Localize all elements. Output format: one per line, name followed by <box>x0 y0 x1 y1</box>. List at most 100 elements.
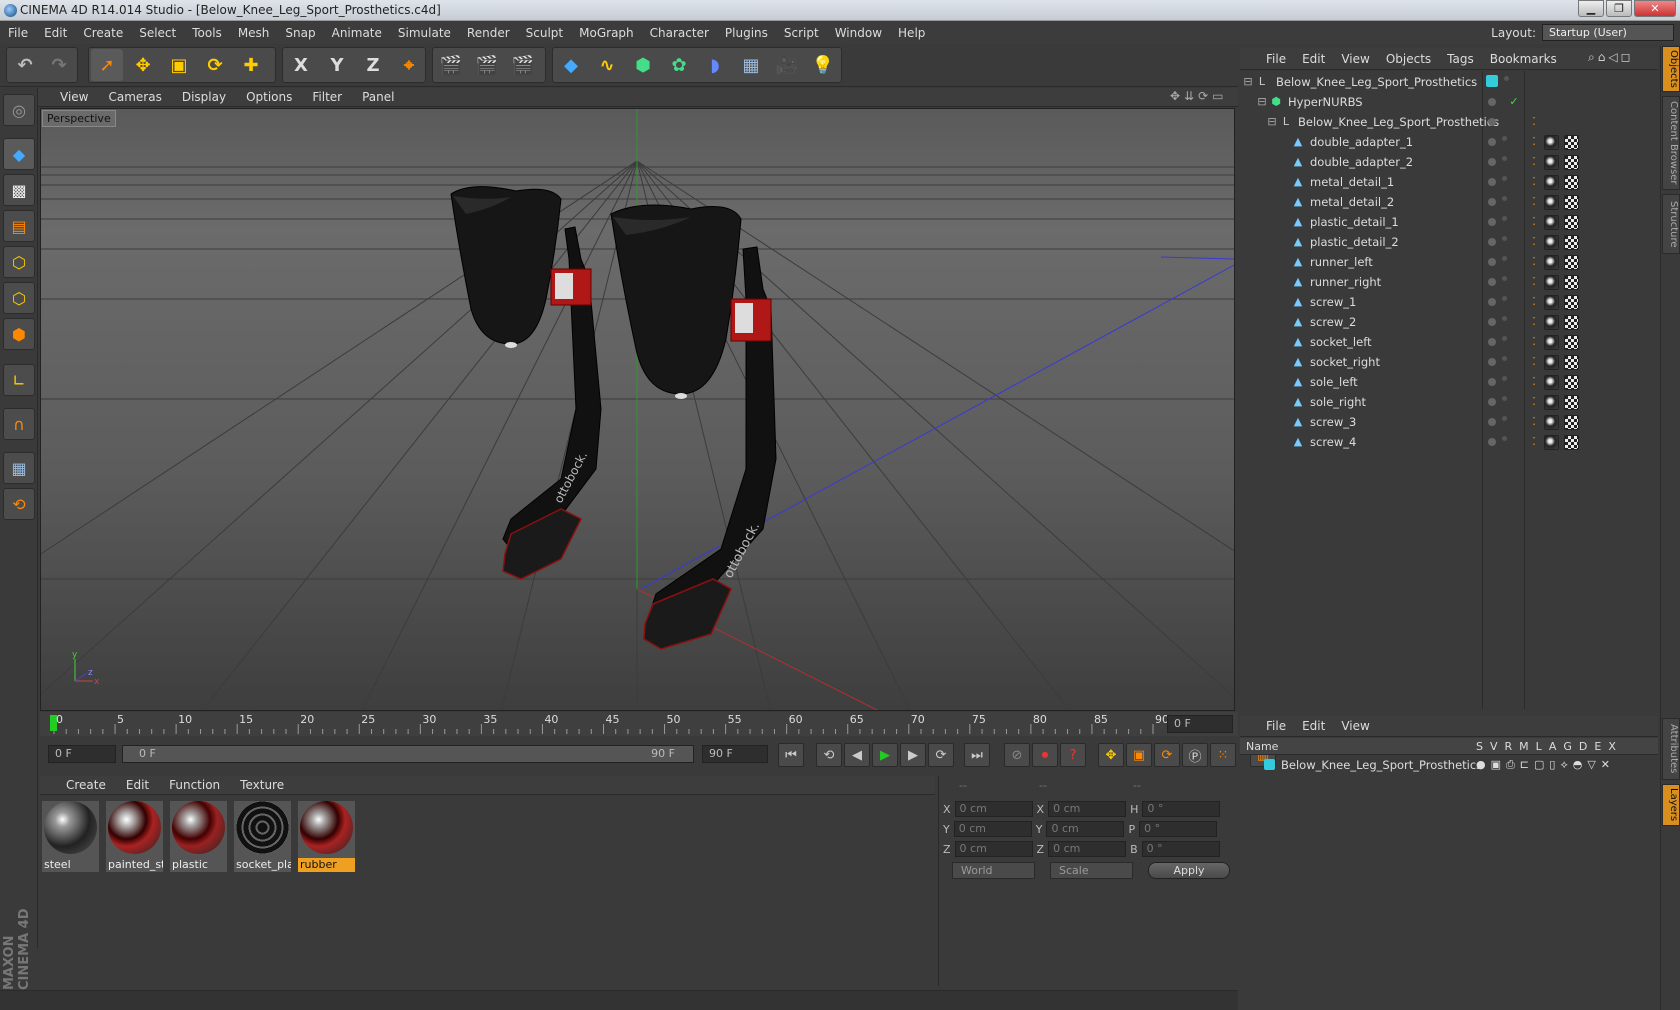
key-pla-icon[interactable]: ⁙ <box>1210 743 1236 767</box>
material-tag-icon[interactable] <box>1544 435 1559 450</box>
live-selection-icon[interactable]: ➚ <box>91 49 123 81</box>
rotation-b-field[interactable]: 0 ° <box>1141 841 1220 857</box>
minimize-button[interactable]: ▁ <box>1578 0 1604 17</box>
points-mode-icon[interactable]: ⬡ <box>3 246 35 278</box>
move-icon[interactable]: ✥ <box>127 49 159 81</box>
uvw-tag-icon[interactable] <box>1564 295 1579 310</box>
tree-item-sole-right[interactable]: ▲ sole_right ⁚ <box>1240 392 1658 412</box>
uvw-tag-icon[interactable] <box>1564 315 1579 330</box>
x-axis-icon[interactable]: X <box>285 49 317 81</box>
menu-mesh[interactable]: Mesh <box>238 26 270 40</box>
key-parameter-icon[interactable]: Ⓟ <box>1182 743 1208 767</box>
redo-icon[interactable]: ↷ <box>43 49 75 81</box>
tree-item-socket-left[interactable]: ▲ socket_left ⁚ <box>1240 332 1658 352</box>
menu-window[interactable]: Window <box>835 26 882 40</box>
menu-create[interactable]: Create <box>83 26 123 40</box>
position-x-field[interactable]: 0 cm <box>954 801 1033 817</box>
material-painted-steel[interactable]: painted_st <box>106 799 163 872</box>
uvw-tag-icon[interactable] <box>1564 175 1579 190</box>
menu-help[interactable]: Help <box>898 26 925 40</box>
layer-menu-view[interactable]: View <box>1341 719 1369 733</box>
phong-tag-icon[interactable]: ⁚ <box>1528 256 1540 268</box>
uvw-tag-icon[interactable] <box>1564 375 1579 390</box>
spline-icon[interactable]: ∿ <box>591 49 623 81</box>
material-tag-icon[interactable] <box>1544 315 1559 330</box>
menu-script[interactable]: Script <box>784 26 819 40</box>
phong-tag-icon[interactable]: ⁚ <box>1528 216 1540 228</box>
uvw-tag-icon[interactable] <box>1564 355 1579 370</box>
phong-tag-icon[interactable]: ⁚ <box>1528 416 1540 428</box>
viewport-menu-view[interactable]: View <box>60 90 88 104</box>
position-z-field[interactable]: 0 cm <box>954 841 1033 857</box>
previous-frame-icon[interactable]: ◀ <box>844 743 870 767</box>
workplane-lock-icon[interactable]: ▦ <box>3 452 35 484</box>
camera-icon[interactable]: 🎥 <box>771 49 803 81</box>
restore-button[interactable]: ❐ <box>1606 0 1632 17</box>
viewport-menu-panel[interactable]: Panel <box>362 90 394 104</box>
floor-icon[interactable]: ▦ <box>735 49 767 81</box>
collapse-icon[interactable]: ⊟ <box>1256 96 1268 108</box>
rotation-h-field[interactable]: 0 ° <box>1142 801 1221 817</box>
object-menu-edit[interactable]: Edit <box>1302 52 1325 66</box>
light-icon[interactable]: 💡 <box>807 49 839 81</box>
play-icon[interactable]: ▶ <box>872 743 898 767</box>
phong-tag-icon[interactable]: ⁚ <box>1528 156 1540 168</box>
material-tag-icon[interactable] <box>1544 395 1559 410</box>
coordinate-system-icon[interactable]: ⌖ <box>393 49 425 81</box>
material-tag-icon[interactable] <box>1544 335 1559 350</box>
model-mode-icon[interactable]: ◆ <box>3 138 35 170</box>
timeline-ruler[interactable]: 0 5 10 15 20 25 30 35 40 45 50 55 60 65 70 75 80 85 90 0 F <box>40 712 1238 736</box>
3d-viewport[interactable]: ottobock. ottobock. y x z <box>40 108 1235 711</box>
layer-toggle-icons[interactable]: ●▣⎙⊏▢▯⟡◓▽✕ <box>1476 756 1615 774</box>
viewport-menu-options[interactable]: Options <box>246 90 292 104</box>
key-scale-icon[interactable]: ▣ <box>1126 743 1152 767</box>
tab-layers[interactable]: Layers <box>1662 784 1680 826</box>
cube-icon[interactable]: ◆ <box>555 49 587 81</box>
nurbs-icon[interactable]: ⬢ <box>627 49 659 81</box>
apply-button[interactable]: Apply <box>1148 862 1230 879</box>
uvw-tag-icon[interactable] <box>1564 435 1579 450</box>
collapse-icon[interactable]: ⊟ <box>1266 116 1278 128</box>
object-menu-bookmarks[interactable]: Bookmarks <box>1490 52 1557 66</box>
material-menu-function[interactable]: Function <box>169 778 220 792</box>
autokey-icon[interactable]: ? <box>1060 743 1086 767</box>
menu-snap[interactable]: Snap <box>285 26 315 40</box>
collapse-icon[interactable]: ⊟ <box>1242 76 1254 88</box>
render-picture-viewer-icon[interactable]: 🎬 <box>471 49 503 81</box>
menu-animate[interactable]: Animate <box>332 26 382 40</box>
tab-objects[interactable]: Objects <box>1662 46 1680 92</box>
viewport-menu-display[interactable]: Display <box>182 90 226 104</box>
enabled-check-icon[interactable]: ✓ <box>1508 96 1520 108</box>
tab-content-browser[interactable]: Content Browser <box>1662 96 1680 190</box>
size-z-field[interactable]: 0 cm <box>1048 841 1127 857</box>
uvw-tag-icon[interactable] <box>1564 155 1579 170</box>
phong-tag-icon[interactable]: ⁚ <box>1528 116 1540 128</box>
render-settings-icon[interactable]: 🎬 <box>507 49 539 81</box>
y-axis-icon[interactable]: Y <box>321 49 353 81</box>
object-menu-view[interactable]: View <box>1341 52 1369 66</box>
object-menu-file[interactable]: File <box>1266 52 1286 66</box>
viewport-menu-cameras[interactable]: Cameras <box>108 90 161 104</box>
phong-tag-icon[interactable]: ⁚ <box>1528 336 1540 348</box>
tree-item-screw-2[interactable]: ▲ screw_2 ⁚ <box>1240 312 1658 332</box>
phong-tag-icon[interactable]: ⁚ <box>1528 196 1540 208</box>
uvw-tag-icon[interactable] <box>1564 195 1579 210</box>
material-rubber[interactable]: rubber <box>298 799 355 872</box>
scale-icon[interactable]: ▣ <box>163 49 195 81</box>
key-position-icon[interactable]: ✥ <box>1098 743 1124 767</box>
rotation-p-field[interactable]: 0 ° <box>1139 821 1218 837</box>
z-axis-icon[interactable]: Z <box>357 49 389 81</box>
menu-sculpt[interactable]: Sculpt <box>526 26 563 40</box>
close-button[interactable]: ✕ <box>1634 0 1676 17</box>
tree-item-root[interactable]: ⊟ L Below_Knee_Leg_Sport_Prosthetics <box>1240 72 1658 92</box>
material-tag-icon[interactable] <box>1544 235 1559 250</box>
coordinate-mode-dropdown[interactable]: World <box>952 862 1035 879</box>
menu-mograph[interactable]: MoGraph <box>579 26 634 40</box>
tree-item-metal-detail-2[interactable]: ▲ metal_detail_2 ⁚ <box>1240 192 1658 212</box>
size-mode-dropdown[interactable]: Scale <box>1050 862 1133 879</box>
axis-mode-icon[interactable]: ∟ <box>3 364 35 396</box>
material-tag-icon[interactable] <box>1544 355 1559 370</box>
tab-structure[interactable]: Structure <box>1662 194 1680 254</box>
keyframe-selection-icon[interactable]: ⊘ <box>1004 743 1030 767</box>
phong-tag-icon[interactable]: ⁚ <box>1528 436 1540 448</box>
